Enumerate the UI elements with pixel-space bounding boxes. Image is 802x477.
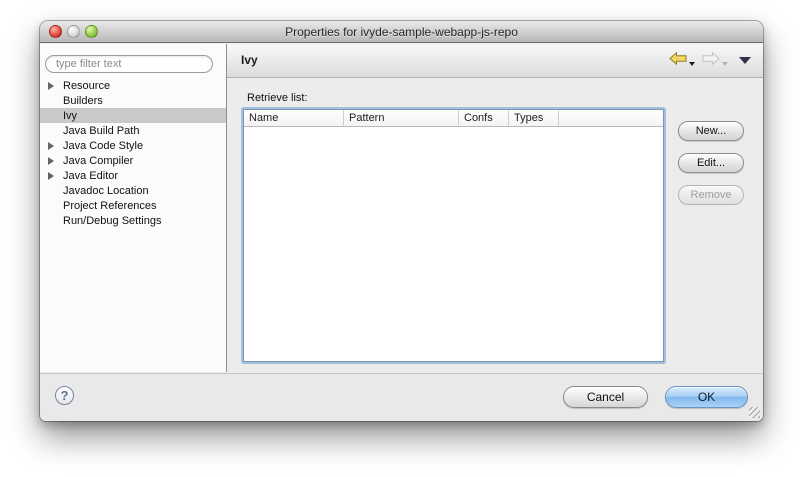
page-header: Ivy (227, 44, 763, 78)
expand-triangle-icon[interactable] (48, 142, 54, 150)
tree-item-builders[interactable]: Builders (40, 93, 226, 108)
forward-arrow-icon (702, 52, 720, 70)
window-title: Properties for ivyde-sample-webapp-js-re… (40, 21, 763, 43)
sidebar: Resource Builders Ivy Java Build Path Ja… (40, 44, 226, 372)
tree-item-project-references[interactable]: Project References (40, 198, 226, 213)
column-header-types[interactable]: Types (509, 110, 559, 126)
column-header-blank (559, 110, 663, 126)
zoom-button[interactable] (85, 25, 98, 38)
table-header-row: Name Pattern Confs Types (244, 110, 663, 127)
cancel-button[interactable]: Cancel (563, 386, 648, 408)
tree-item-run-debug-settings[interactable]: Run/Debug Settings (40, 213, 226, 228)
tree-item-label: Java Code Style (63, 140, 143, 152)
tree-item-java-editor[interactable]: Java Editor (40, 168, 226, 183)
page-nav (669, 44, 751, 77)
tree-item-resource[interactable]: Resource (40, 78, 226, 93)
expand-triangle-icon[interactable] (48, 82, 54, 90)
tree-item-java-build-path[interactable]: Java Build Path (40, 123, 226, 138)
column-header-pattern[interactable]: Pattern (344, 110, 459, 126)
remove-button: Remove (678, 185, 744, 205)
tree-item-label: Java Editor (63, 170, 118, 182)
tree-item-label: Run/Debug Settings (63, 215, 161, 227)
close-button[interactable] (49, 25, 62, 38)
retrieve-list-table[interactable]: Name Pattern Confs Types (243, 109, 664, 362)
filter-input[interactable] (45, 55, 213, 73)
tree-item-java-code-style[interactable]: Java Code Style (40, 138, 226, 153)
tree-item-javadoc-location[interactable]: Javadoc Location (40, 183, 226, 198)
dialog-footer: ? Cancel OK (40, 373, 763, 421)
minimize-button[interactable] (67, 25, 80, 38)
tree-item-label: Project References (63, 200, 157, 212)
edit-button[interactable]: Edit... (678, 153, 744, 173)
tree-item-label: Java Compiler (63, 155, 133, 167)
back-arrow-icon[interactable] (669, 52, 687, 70)
tree-item-label: Java Build Path (63, 125, 139, 137)
column-header-name[interactable]: Name (244, 110, 344, 126)
forward-dropdown-icon (722, 62, 728, 66)
traffic-lights (49, 25, 98, 38)
expand-triangle-icon[interactable] (48, 157, 54, 165)
properties-dialog: Properties for ivyde-sample-webapp-js-re… (40, 21, 763, 421)
tree-item-label: Ivy (63, 110, 77, 122)
back-dropdown-icon[interactable] (689, 62, 695, 66)
filter-field-wrap (45, 54, 213, 72)
help-button[interactable]: ? (55, 386, 74, 405)
tree-item-label: Javadoc Location (63, 185, 149, 197)
resize-grip[interactable] (749, 407, 760, 418)
new-button[interactable]: New... (678, 121, 744, 141)
column-header-confs[interactable]: Confs (459, 110, 509, 126)
view-menu-icon[interactable] (739, 57, 751, 64)
titlebar[interactable]: Properties for ivyde-sample-webapp-js-re… (40, 21, 763, 43)
retrieve-list-label: Retrieve list: (247, 92, 308, 104)
page-title: Ivy (241, 44, 258, 77)
tree-item-label: Resource (63, 80, 110, 92)
tree-item-java-compiler[interactable]: Java Compiler (40, 153, 226, 168)
tree-item-ivy[interactable]: Ivy (40, 108, 226, 123)
ivy-settings-page: Retrieve list: Name Pattern Confs Types … (227, 79, 763, 372)
ok-button[interactable]: OK (665, 386, 748, 408)
tree-item-label: Builders (63, 95, 103, 107)
expand-triangle-icon[interactable] (48, 172, 54, 180)
